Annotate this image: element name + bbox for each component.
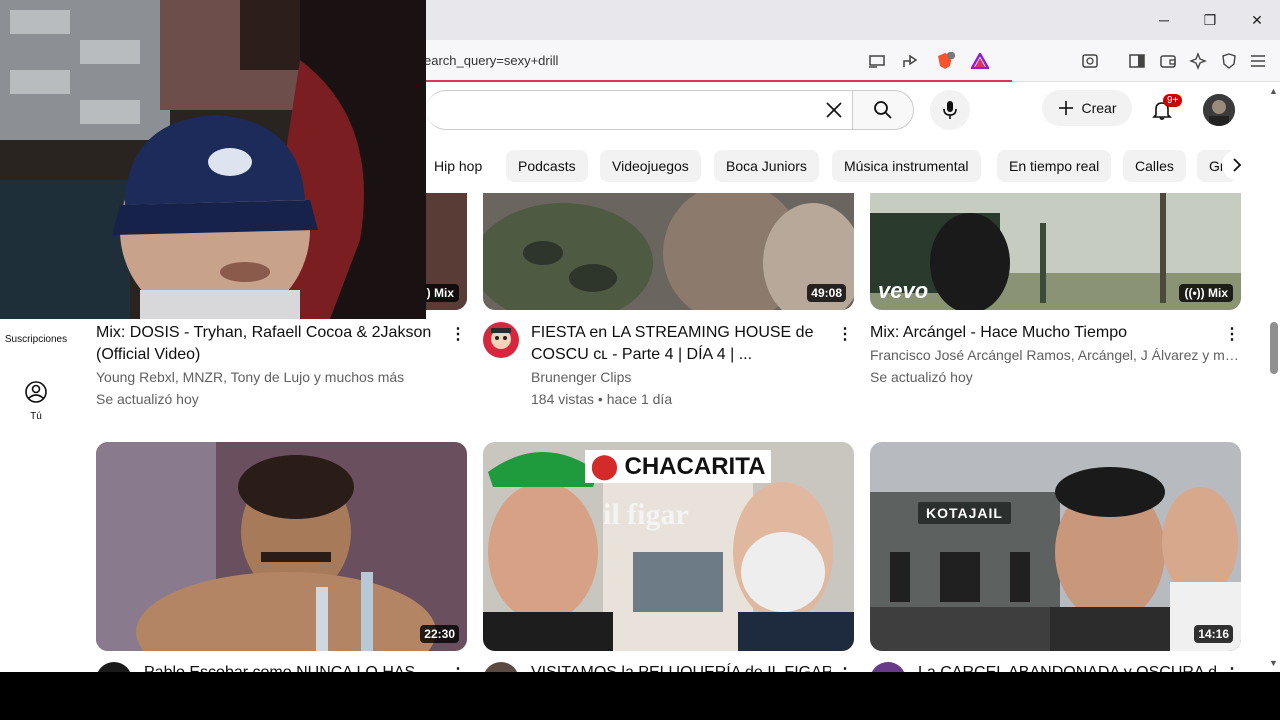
sidebar-you-label: Tú [30, 411, 42, 422]
chip-boca-juniors[interactable]: Boca Juniors [714, 150, 819, 182]
category-chip-bar: Hip hop Podcasts Videojuegos Boca Junior… [426, 146, 1268, 184]
video-thumbnail[interactable]: 49:08 [483, 193, 854, 310]
reader-mode-icon[interactable] [1079, 50, 1101, 72]
video-title-line: COSCU ᴄʟ - Parte 4 | DÍA 4 | ... [531, 346, 753, 363]
location-pin-icon: ⬤ [591, 453, 618, 480]
location-label: CHACARITA [624, 453, 766, 480]
chip-podcasts[interactable]: Podcasts [506, 150, 588, 182]
video-title[interactable]: Mix: Arcángel - Hace Mucho Tiempo [870, 322, 1220, 344]
video-thumbnail[interactable]: vevo ((•)) Mix [870, 193, 1241, 310]
close-window-button[interactable]: ✕ [1243, 8, 1271, 32]
search-button[interactable] [852, 90, 914, 130]
notification-count-badge: 9+ [1163, 94, 1183, 107]
video-title-line: Mix: Arcángel - Hace Mucho Tiempo [870, 324, 1127, 341]
chip-en-tiempo-real[interactable]: En tiempo real [997, 150, 1112, 182]
vpn-shield-icon[interactable] [1218, 50, 1240, 72]
video-duration: 14:16 [1194, 625, 1233, 643]
video-duration: 49:08 [807, 284, 846, 302]
channel-name[interactable]: Francisco José Arcángel Ramos, Arcángel,… [870, 344, 1240, 366]
maximize-button[interactable]: ❐ [1196, 8, 1224, 32]
screen: ─ ❐ ✕ earch_query=sexy+drill Crear 9+ Hi… [0, 0, 1280, 720]
channel-avatar[interactable] [483, 662, 519, 672]
plus-icon [1059, 101, 1074, 115]
video-title[interactable]: Mix: DOSIS - Tryhan, Rafaell Cocoa & 2Ja… [96, 322, 436, 366]
chip-scroll-right-button[interactable] [1222, 150, 1252, 180]
page-scrollbar[interactable] [1268, 82, 1280, 672]
share-icon[interactable] [899, 50, 921, 72]
more-actions-button[interactable]: ⋮ [448, 664, 468, 672]
video-thumbnail[interactable]: 22:30 [96, 442, 467, 651]
cast-icon[interactable] [866, 50, 888, 72]
channel-avatar[interactable] [483, 322, 519, 358]
microphone-icon [943, 101, 957, 119]
vevo-logo: vevo [878, 278, 929, 303]
create-label: Crear [1081, 100, 1117, 116]
clear-search-icon[interactable] [822, 98, 846, 122]
leo-ai-icon[interactable] [1187, 50, 1209, 72]
channel-avatar[interactable] [870, 662, 906, 672]
video-title[interactable]: VISITAMOS la PELUQUERÍA de IL FIGARO [531, 662, 831, 672]
scroll-up-arrow-icon[interactable]: ▲ [1269, 86, 1278, 96]
brave-rewards-icon[interactable] [969, 50, 991, 72]
more-actions-button[interactable]: ⋮ [1222, 664, 1242, 672]
webcam-overlay [0, 0, 426, 319]
channel-name[interactable]: Young Rebxl, MNZR, Tony de Lujo y muchos… [96, 366, 436, 388]
storefront-sign: il figar [603, 498, 689, 531]
chip-hip-hop[interactable]: Hip hop [426, 150, 495, 182]
video-title[interactable]: La CARCEL ABANDONADA y OSCURA de [918, 662, 1218, 672]
prison-sign: KOTAJAIL [918, 502, 1011, 524]
account-avatar[interactable] [1203, 94, 1235, 126]
channel-avatar[interactable] [96, 662, 132, 672]
wallet-icon[interactable] [1157, 50, 1179, 72]
chip-calles[interactable]: Calles [1123, 150, 1186, 182]
video-meta: 184 vistas • hace 1 día [531, 391, 673, 407]
scroll-down-arrow-icon[interactable]: ▼ [1269, 658, 1278, 668]
radio-icon: ((•)) [1184, 286, 1208, 300]
video-duration: 22:30 [420, 625, 459, 643]
more-actions-button[interactable]: ⋮ [835, 664, 855, 672]
channel-name[interactable]: Brunenger Clips [531, 366, 831, 388]
chip-videojuegos[interactable]: Videojuegos [600, 150, 701, 182]
search-icon [874, 101, 892, 119]
video-title[interactable]: FIESTA en LA STREAMING HOUSE de COSCU ᴄʟ… [531, 322, 831, 366]
mix-badge-label: Mix [1207, 286, 1228, 300]
sidebar-item-you[interactable]: Tú [0, 380, 72, 422]
chevron-right-icon [1233, 158, 1242, 172]
brave-shields-icon[interactable] [934, 50, 956, 72]
url-field[interactable]: earch_query=sexy+drill [424, 53, 558, 68]
sidebar-subscriptions-label: Suscripciones [4, 334, 68, 345]
scrollbar-thumb[interactable] [1270, 322, 1278, 374]
video-meta: Se actualizó hoy [96, 391, 199, 407]
video-meta: Se actualizó hoy [870, 369, 973, 385]
video-title-line: FIESTA en LA STREAMING HOUSE de [531, 324, 814, 341]
video-thumbnail[interactable]: KOTAJAIL 14:16 [870, 442, 1241, 651]
mix-badge: ((•)) Mix [1179, 284, 1233, 302]
user-circle-icon [25, 381, 47, 403]
create-button[interactable]: Crear [1042, 90, 1132, 126]
video-thumbnail[interactable]: ⬤ CHACARITA il figar [483, 442, 854, 651]
search-input[interactable] [426, 90, 866, 130]
menu-icon[interactable] [1247, 50, 1269, 72]
more-actions-button[interactable]: ⋮ [1222, 324, 1242, 344]
voice-search-button[interactable] [930, 90, 970, 130]
chip-musica-instrumental[interactable]: Música instrumental [832, 150, 981, 182]
more-actions-button[interactable]: ⋮ [448, 324, 468, 344]
mix-badge-label: Mix [433, 286, 454, 300]
video-title-line: Mix: DOSIS - Tryhan, Rafaell Cocoa & 2Ja… [96, 324, 432, 341]
video-title-line: (Official Video) [96, 346, 201, 363]
minimize-button[interactable]: ─ [1150, 8, 1178, 32]
video-title[interactable]: Pablo Escobar como NUNCA LO HAS [144, 662, 444, 672]
sidebar-toggle-icon[interactable] [1126, 50, 1148, 72]
location-overlay: ⬤ CHACARITA [585, 450, 772, 483]
more-actions-button[interactable]: ⋮ [835, 324, 855, 344]
